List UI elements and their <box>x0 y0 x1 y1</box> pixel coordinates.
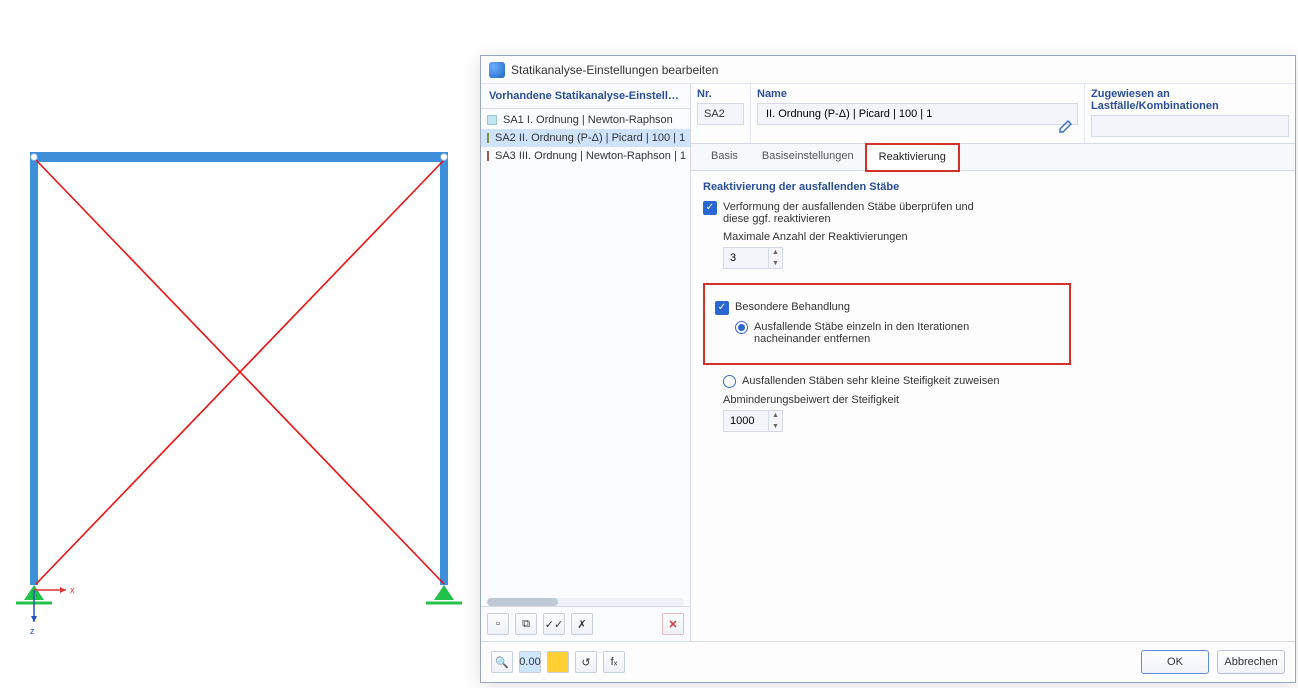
settings-list-header: Vorhandene Statikanalyse-Einstellungen <box>481 84 690 109</box>
highlight-special-treatment: ✓ Besondere Behandlung Ausfallende Stäbe… <box>703 283 1071 365</box>
color-swatch <box>487 133 489 143</box>
svg-text:x: x <box>70 585 75 595</box>
name-label: Name <box>757 88 1078 100</box>
color-swatch <box>487 151 489 161</box>
static-analysis-settings-dialog: Statikanalyse-Einstellungen bearbeiten V… <box>480 55 1296 683</box>
units-button[interactable]: 0.00 <box>519 651 541 673</box>
spinner-up-icon[interactable]: ▲ <box>769 410 782 421</box>
special-treatment-checkbox[interactable]: ✓ <box>715 301 729 315</box>
copy-item-button[interactable]: ⧉ <box>515 613 537 635</box>
calc-params-button[interactable]: fₓ <box>603 651 625 673</box>
svg-text:z: z <box>30 626 35 636</box>
assigned-loadcases-panel <box>1083 181 1283 631</box>
assigned-label: Zugewiesen an Lastfälle/Kombinationen <box>1091 88 1289 112</box>
color-button[interactable] <box>547 651 569 673</box>
remove-individually-label: Ausfallende Stäbe einzeln in den Iterati… <box>754 321 1004 345</box>
spinner-down-icon[interactable]: ▼ <box>769 258 782 269</box>
reset-button[interactable]: ↺ <box>575 651 597 673</box>
settings-list-item[interactable]: SA3 III. Ordnung | Newton-Raphson | 1 <box>481 147 690 165</box>
color-swatch <box>487 115 497 125</box>
tab-basis-settings[interactable]: Basiseinstellungen <box>750 144 866 170</box>
delete-item-button[interactable]: ✕ <box>662 613 684 635</box>
model-viewport[interactable]: x z <box>0 0 480 685</box>
settings-list-item[interactable]: SA1 I. Ordnung | Newton-Raphson <box>481 111 690 129</box>
assign-small-stiffness-radio[interactable] <box>723 375 736 388</box>
help-button[interactable]: 🔍 <box>491 651 513 673</box>
max-reactivations-spinner[interactable]: ▲▼ <box>723 247 783 269</box>
assigned-value <box>1091 115 1289 137</box>
dialog-title-bar[interactable]: Statikanalyse-Einstellungen bearbeiten <box>481 56 1295 84</box>
stiffness-factor-spinner[interactable]: ▲▼ <box>723 410 783 432</box>
special-treatment-label: Besondere Behandlung <box>735 301 850 313</box>
stiffness-factor-label: Abminderungsbeiwert der Steifigkeit <box>723 394 1071 406</box>
spinner-up-icon[interactable]: ▲ <box>769 247 782 258</box>
name-input[interactable] <box>757 103 1078 125</box>
verify-deformation-checkbox[interactable]: ✓ <box>703 201 717 215</box>
tab-basis[interactable]: Basis <box>699 144 750 170</box>
remove-individually-radio[interactable] <box>735 321 748 334</box>
assign-small-stiffness-label: Ausfallenden Stäben sehr kleine Steifigk… <box>742 375 999 387</box>
list-horizontal-scrollbar[interactable] <box>487 598 684 606</box>
spinner-down-icon[interactable]: ▼ <box>769 421 782 432</box>
tab-reactivation[interactable]: Reaktivierung <box>866 144 959 171</box>
tab-bar: Basis Basiseinstellungen Reaktivierung <box>691 144 1295 171</box>
app-icon <box>489 62 505 78</box>
nr-value: SA2 <box>697 103 744 125</box>
settings-list-item[interactable]: SA2 II. Ordnung (P-Δ) | Picard | 100 | 1 <box>481 129 690 147</box>
support-right-icon <box>426 585 462 603</box>
max-reactivations-label: Maximale Anzahl der Reaktivierungen <box>723 231 1071 243</box>
dialog-title: Statikanalyse-Einstellungen bearbeiten <box>511 63 718 77</box>
check-all-button[interactable]: ✓✓ <box>543 613 565 635</box>
uncheck-all-button[interactable]: ✗ <box>571 613 593 635</box>
verify-deformation-label: Verformung der ausfallenden Stäbe überpr… <box>723 201 983 225</box>
edit-name-icon[interactable] <box>1058 118 1074 134</box>
section-title: Reaktivierung der ausfallenden Stäbe <box>703 181 1071 193</box>
ok-button[interactable]: OK <box>1141 650 1209 674</box>
cancel-button[interactable]: Abbrechen <box>1217 650 1285 674</box>
nr-label: Nr. <box>697 88 744 100</box>
new-item-button[interactable]: ▫ <box>487 613 509 635</box>
settings-list-panel: Vorhandene Statikanalyse-Einstellungen S… <box>481 84 691 641</box>
